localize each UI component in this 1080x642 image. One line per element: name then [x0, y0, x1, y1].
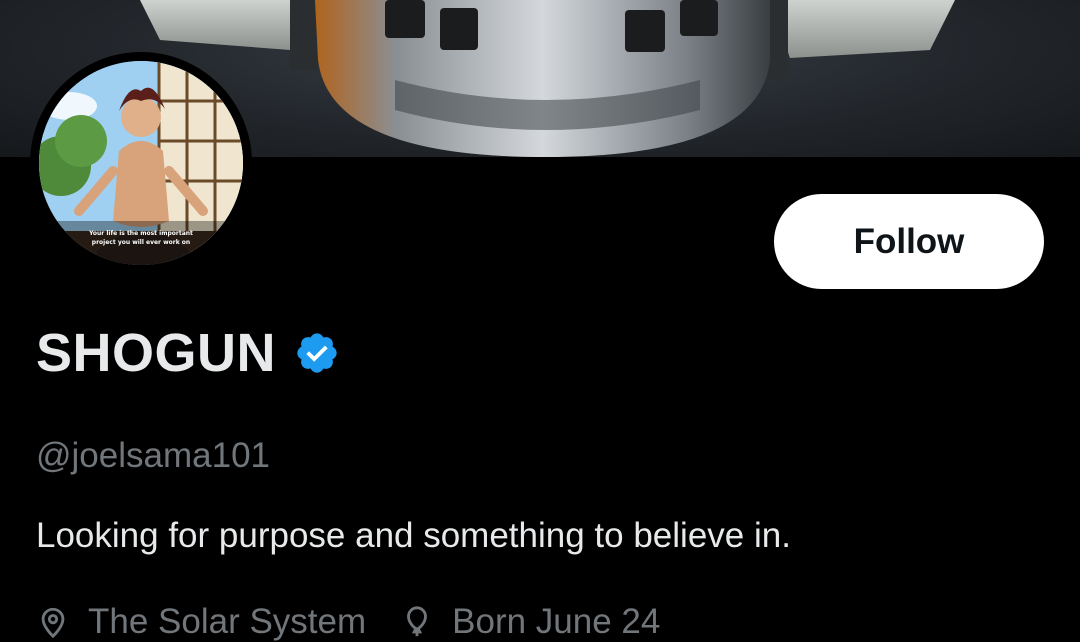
verified-badge-icon[interactable] [294, 330, 340, 376]
profile-meta: The Solar System Born June 24 [36, 602, 694, 642]
bio: Looking for purpose and something to bel… [36, 516, 791, 555]
avatar-caption-line-1: Your life is the most important [89, 230, 193, 237]
follow-button[interactable]: Follow [774, 194, 1044, 289]
birthday-item: Born June 24 [400, 602, 660, 642]
birthday-text: Born June 24 [452, 602, 661, 641]
display-name: SHOGUN [36, 323, 277, 383]
avatar-image: Your life is the most important project … [39, 61, 243, 265]
avatar-caption-line-2: project you will ever work on [91, 239, 191, 246]
balloon-icon [407, 606, 428, 637]
location-pin-icon [41, 607, 65, 639]
name-row: SHOGUN [36, 322, 340, 384]
avatar[interactable]: Your life is the most important project … [30, 52, 252, 274]
avatar-caption: Your life is the most important project … [39, 229, 243, 247]
location-text: The Solar System [88, 602, 367, 641]
location-item: The Solar System [36, 602, 366, 642]
handle: @joelsama101 [36, 436, 270, 475]
